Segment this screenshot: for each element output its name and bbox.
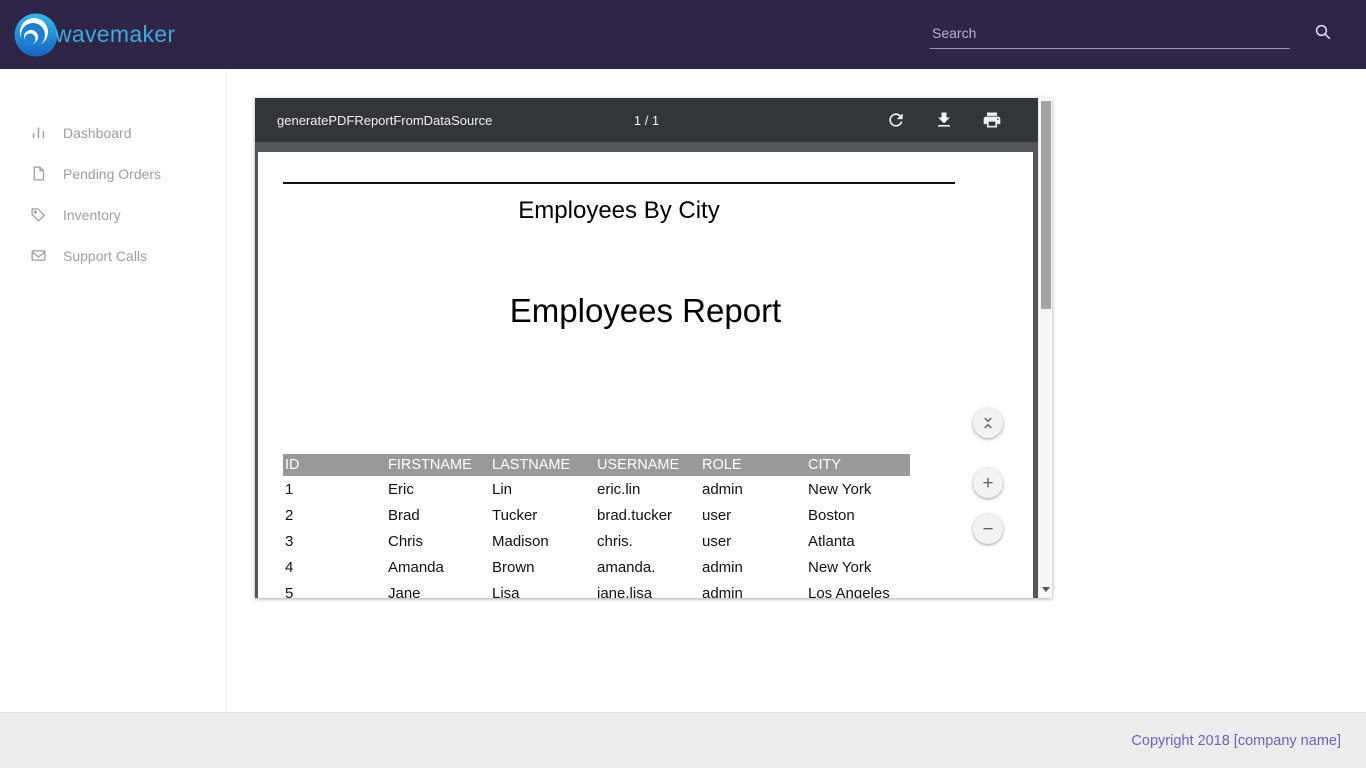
table-cell: Los Angeles <box>806 580 910 598</box>
table-row: 2BradTuckerbrad.tuckeruserBoston <box>283 502 910 528</box>
zoom-out-button[interactable]: − <box>973 514 1003 544</box>
report-table-body: 1EricLineric.linadminNew York2BradTucker… <box>283 476 910 598</box>
table-cell: Brad <box>386 502 490 528</box>
table-header-row: ID FIRSTNAME LASTNAME USERNAME ROLE CITY <box>283 454 910 476</box>
scrollbar-thumb[interactable] <box>1041 101 1051 309</box>
print-icon[interactable] <box>982 110 1002 130</box>
table-cell: brad.tucker <box>595 502 700 528</box>
sidebar-item-label: Dashboard <box>63 125 132 141</box>
table-cell: New York <box>806 476 910 502</box>
table-cell: 2 <box>283 502 386 528</box>
table-row: 1EricLineric.linadminNew York <box>283 476 910 502</box>
copyright-text: Copyright 2018 [company name] <box>1131 733 1341 749</box>
sidebar-item-inventory[interactable]: Inventory <box>0 194 226 235</box>
search-icon[interactable] <box>1314 23 1332 41</box>
table-cell: chris. <box>595 528 700 554</box>
table-cell: Boston <box>806 502 910 528</box>
fit-page-icon[interactable] <box>973 408 1003 438</box>
table-cell: Eric <box>386 476 490 502</box>
table-cell: 1 <box>283 476 386 502</box>
table-cell: Atlanta <box>806 528 910 554</box>
column-header: USERNAME <box>595 454 700 476</box>
table-row: 3ChrisMadisonchris.userAtlanta <box>283 528 910 554</box>
table-cell: Tucker <box>490 502 595 528</box>
employees-table: ID FIRSTNAME LASTNAME USERNAME ROLE CITY… <box>283 454 910 598</box>
zoom-out-label: − <box>982 520 993 539</box>
table-cell: eric.lin <box>595 476 700 502</box>
pdf-viewer: generatePDFReportFromDataSource 1 / 1 <box>255 98 1052 598</box>
logo-text: wavemaker <box>55 21 175 48</box>
table-row: 4AmandaBrownamanda.adminNew York <box>283 554 910 580</box>
table-cell: Madison <box>490 528 595 554</box>
sidebar-item-support-calls[interactable]: Support Calls <box>0 235 226 276</box>
table-row: 5JaneLisajane.lisaadminLos Angeles <box>283 580 910 598</box>
report-title: Employees Report <box>258 292 1033 330</box>
app-header: wavemaker <box>0 0 1366 69</box>
rotate-icon[interactable] <box>886 110 906 130</box>
sidebar: Dashboard Pending Orders Inventory Suppo… <box>0 69 227 712</box>
table-cell: 5 <box>283 580 386 598</box>
table-cell: admin <box>700 476 806 502</box>
header-search <box>930 20 1290 49</box>
bar-chart-icon <box>30 124 47 141</box>
envelope-icon <box>30 247 47 264</box>
scrollbar-down-arrow-icon[interactable] <box>1039 583 1053 595</box>
main-content: generatePDFReportFromDataSource 1 / 1 <box>227 69 1366 712</box>
page-footer: Copyright 2018 [company name] <box>0 712 1366 768</box>
table-cell: Brown <box>490 554 595 580</box>
pdf-page: Employees By City Employees Report ID FI… <box>258 152 1033 598</box>
table-cell: 4 <box>283 554 386 580</box>
sidebar-item-dashboard[interactable]: Dashboard <box>0 112 226 153</box>
pdf-scrollbar[interactable] <box>1038 98 1052 598</box>
table-cell: Jane <box>386 580 490 598</box>
table-cell: New York <box>806 554 910 580</box>
tag-icon <box>30 206 47 223</box>
sidebar-item-label: Pending Orders <box>63 166 161 182</box>
sidebar-item-pending-orders[interactable]: Pending Orders <box>0 153 226 194</box>
table-cell: 3 <box>283 528 386 554</box>
table-cell: admin <box>700 580 806 598</box>
header-rule <box>283 182 955 184</box>
download-icon[interactable] <box>934 110 954 130</box>
pdf-toolbar: generatePDFReportFromDataSource 1 / 1 <box>255 98 1038 142</box>
table-cell: admin <box>700 554 806 580</box>
wavemaker-logo-icon <box>13 12 59 58</box>
table-cell: user <box>700 528 806 554</box>
column-header: LASTNAME <box>490 454 595 476</box>
column-header: CITY <box>806 454 910 476</box>
document-icon <box>30 165 47 182</box>
column-header: ID <box>283 454 386 476</box>
wavemaker-logo: wavemaker <box>13 12 175 58</box>
pdf-toolbar-actions <box>886 98 1024 142</box>
table-cell: jane.lisa <box>595 580 700 598</box>
column-header: ROLE <box>700 454 806 476</box>
page-indicator: 1 / 1 <box>634 113 659 128</box>
sidebar-item-label: Inventory <box>63 207 121 223</box>
report-subtitle: Employees By City <box>283 197 955 225</box>
zoom-in-button[interactable]: + <box>973 468 1003 498</box>
table-cell: Amanda <box>386 554 490 580</box>
table-cell: amanda. <box>595 554 700 580</box>
search-input[interactable] <box>930 20 1290 48</box>
zoom-in-label: + <box>982 474 993 493</box>
sidebar-item-label: Support Calls <box>63 248 147 264</box>
column-header: FIRSTNAME <box>386 454 490 476</box>
table-cell: Chris <box>386 528 490 554</box>
pdf-content-area: Employees By City Employees Report ID FI… <box>255 142 1038 598</box>
table-cell: Lisa <box>490 580 595 598</box>
pdf-document-title: generatePDFReportFromDataSource <box>277 113 492 128</box>
table-cell: Lin <box>490 476 595 502</box>
table-cell: user <box>700 502 806 528</box>
